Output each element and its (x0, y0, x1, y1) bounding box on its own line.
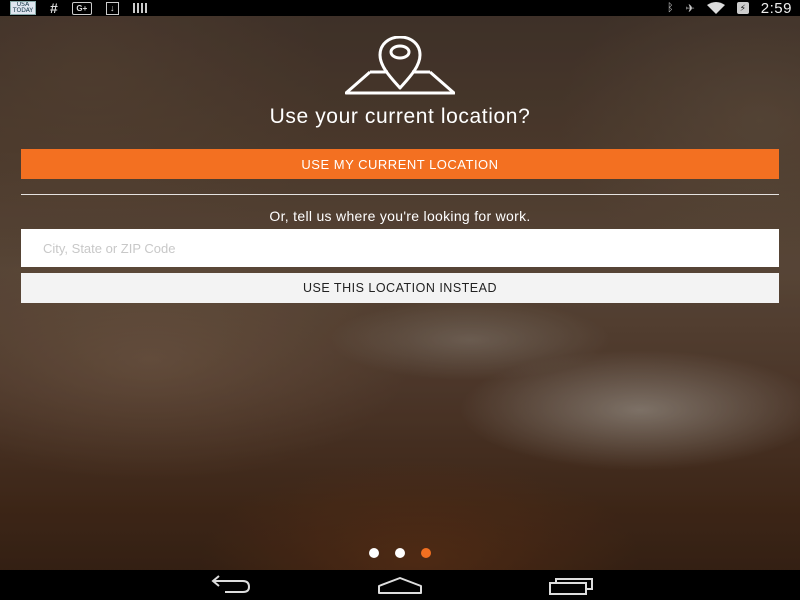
battery-icon: ⚡ (736, 2, 749, 14)
divider (21, 194, 779, 195)
news-app-icon: USA TODAY (10, 1, 36, 15)
alternate-location-prompt: Or, tell us where you're looking for wor… (269, 208, 531, 224)
notification-icons: USA TODAY # G+ ↓ (10, 0, 147, 16)
location-input[interactable] (21, 229, 779, 267)
google-plus-icon: G+ (71, 1, 92, 15)
status-bar: USA TODAY # G+ ↓ ᛒ ✈ ⚡ 2:59 (0, 0, 800, 17)
page-dot-1 (369, 548, 379, 558)
status-clock: 2:59 (760, 0, 792, 17)
app-screen: USA TODAY # G+ ↓ ᛒ ✈ ⚡ 2:59 Use your cur… (0, 0, 800, 600)
system-icons: ᛒ ✈ ⚡ 2:59 (666, 0, 792, 17)
page-indicator (0, 548, 800, 558)
navigation-bar (0, 570, 800, 600)
download-icon: ↓ (105, 1, 119, 15)
back-icon[interactable] (205, 575, 253, 595)
location-pin-icon (345, 36, 455, 95)
page-dot-3-active (421, 548, 431, 558)
home-icon[interactable] (376, 575, 424, 595)
use-current-location-button[interactable]: USE MY CURRENT LOCATION (21, 149, 779, 179)
bluetooth-icon: ᛒ (666, 2, 674, 14)
use-this-location-button[interactable]: USE THIS LOCATION INSTEAD (21, 273, 779, 303)
wifi-icon (706, 2, 725, 14)
hashtag-icon: # (50, 0, 58, 16)
page-dot-2 (395, 548, 405, 558)
airplane-mode-icon: ✈ (685, 2, 695, 15)
barcode-icon (132, 3, 147, 13)
recents-icon[interactable] (548, 575, 596, 595)
location-prompt-title: Use your current location? (269, 105, 531, 128)
